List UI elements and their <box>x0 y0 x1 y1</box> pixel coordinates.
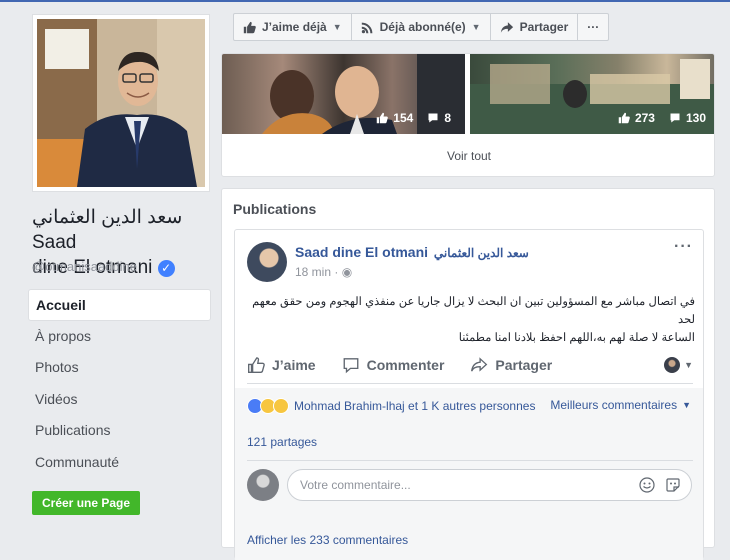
share-arrow-icon <box>471 356 488 372</box>
photo-likes: 154 <box>376 111 413 125</box>
sad-reaction-icon <box>273 398 289 414</box>
more-options-label: ··· <box>587 20 600 34</box>
comment-bubble-icon <box>670 113 680 123</box>
thumbs-up-outline-icon <box>248 356 265 373</box>
post-timestamp[interactable]: 18 min · ◉ <box>295 265 352 279</box>
photo-thumbnail[interactable]: 273 130 <box>470 54 714 134</box>
chevron-down-icon: ▼ <box>682 400 691 410</box>
page-handle[interactable]: @otmanisaaddine <box>32 259 137 274</box>
nav-item-communaute[interactable]: Communauté <box>28 447 211 479</box>
post-text: في اتصال مباشر مع المسؤولين تبين ان البح… <box>247 293 695 347</box>
comment-bubble-icon <box>428 113 438 123</box>
more-options-button[interactable]: ··· <box>577 13 610 41</box>
post-comment-label: Commenter <box>366 356 445 373</box>
comment-sort-label: Meilleurs commentaires <box>550 398 678 412</box>
photos-card: 154 8 273 130 Voir tout <box>221 53 715 177</box>
create-page-button[interactable]: Créer une Page <box>32 491 141 515</box>
view-comments-link[interactable]: Afficher les 233 commentaires <box>247 533 408 547</box>
rss-icon <box>361 22 373 33</box>
post-like-label: J’aime <box>272 356 316 373</box>
verified-badge-icon: ✓ <box>157 260 175 277</box>
emoji-icon[interactable] <box>639 477 655 493</box>
avatar <box>247 469 279 501</box>
photo-stats: 273 130 <box>618 111 706 125</box>
see-all-link[interactable]: Voir tout <box>222 149 714 163</box>
page-name-line1: سعد الدين العثماني Saad <box>32 207 183 253</box>
photo-likes: 273 <box>618 111 655 125</box>
post-text-line: في اتصال مباشر مع المسؤولين تبين ان البح… <box>252 296 695 326</box>
photo-likes-count: 273 <box>634 111 655 125</box>
comment-outline-icon <box>343 357 359 373</box>
photo-comments-count: 130 <box>685 111 706 125</box>
post-text-line: الساعة لا صلة لهم به،اللهم احفظ بلادنا ا… <box>458 332 695 344</box>
post-time-text: 18 min <box>295 265 332 279</box>
profile-photo-illustration <box>37 19 205 187</box>
post-share-button[interactable]: Partager <box>470 357 552 373</box>
post-share-label: Partager <box>495 356 553 373</box>
thumbs-up-icon <box>618 112 630 124</box>
nav-item-photos[interactable]: Photos <box>28 352 211 384</box>
like-page-label: J’aime déjà <box>262 20 327 34</box>
post: Saad dine El otmani سعد الدين العثماني 1… <box>234 229 704 560</box>
publications-title: Publications <box>233 201 317 217</box>
publications-card: Publications Saad dine El otmani سعد الد… <box>221 188 715 560</box>
nav-item-accueil[interactable]: Accueil <box>28 289 211 321</box>
comment-sort-dropdown[interactable]: Meilleurs commentaires ▼ <box>550 398 691 412</box>
chevron-down-icon: ▼ <box>471 22 481 32</box>
comment-placeholder: Votre commentaire... <box>300 478 411 492</box>
profile-photo <box>37 19 205 187</box>
avatar[interactable] <box>247 242 287 282</box>
post-actions: J’aime Commenter Partager ▼ <box>247 346 693 384</box>
like-page-button[interactable]: J’aime déjà ▼ <box>233 13 352 41</box>
shares-count[interactable]: 121 partages <box>247 435 317 449</box>
post-author[interactable]: Saad dine El otmani سعد الدين العثماني <box>295 244 529 260</box>
chevron-down-icon: ▼ <box>332 22 342 32</box>
photo-stats: 154 8 <box>376 111 451 125</box>
post-author-arabic: سعد الدين العثماني <box>433 246 529 260</box>
share-arrow-icon <box>500 21 513 33</box>
chevron-down-icon: ▼ <box>684 359 693 370</box>
subscribe-button[interactable]: Déjà abonné(e) ▼ <box>350 13 491 41</box>
reactions-summary[interactable]: Mohmad Brahim-lhaj et 1 K autres personn… <box>247 398 535 414</box>
sticker-icon[interactable] <box>665 477 681 493</box>
avatar <box>664 356 681 373</box>
comment-input-icons <box>639 477 681 493</box>
photo-comments: 130 <box>669 111 706 125</box>
photo-thumbnail[interactable]: 154 8 <box>222 54 465 134</box>
subscribe-label: Déjà abonné(e) <box>379 20 466 34</box>
globe-icon: ◉ <box>341 265 353 279</box>
post-comment-button[interactable]: Commenter <box>342 356 445 374</box>
thumbs-up-icon <box>377 112 389 124</box>
page-action-bar: J’aime déjà ▼ Déjà abonné(e) ▼ Partager … <box>233 13 610 41</box>
photo-likes-count: 154 <box>393 111 414 125</box>
profile-picture[interactable] <box>32 14 210 192</box>
comment-composer: Votre commentaire... <box>247 460 693 501</box>
share-page-button[interactable]: Partager <box>489 13 579 41</box>
page-nav: Accueil À propos Photos Vidéos Publicati… <box>28 289 211 478</box>
post-options-button[interactable]: ··· <box>674 238 693 256</box>
comment-input[interactable]: Votre commentaire... <box>287 469 692 501</box>
thumbs-up-icon <box>243 21 256 33</box>
post-feedback-area: Mohmad Brahim-lhaj et 1 K autres personn… <box>235 388 703 560</box>
photo-comments-count: 8 <box>444 111 451 125</box>
nav-item-videos[interactable]: Vidéos <box>28 384 211 416</box>
post-like-button[interactable]: J’aime <box>247 356 316 374</box>
post-author-name: Saad dine El otmani <box>295 244 429 260</box>
reactions-text: Mohmad Brahim-lhaj et 1 K autres personn… <box>294 399 536 413</box>
post-as-selector[interactable]: ▼ <box>664 356 693 373</box>
photo-comments: 8 <box>427 111 451 125</box>
nav-item-a-propos[interactable]: À propos <box>28 321 211 353</box>
share-page-label: Partager <box>519 20 569 34</box>
nav-item-publications[interactable]: Publications <box>28 415 211 447</box>
top-bar <box>0 0 730 2</box>
